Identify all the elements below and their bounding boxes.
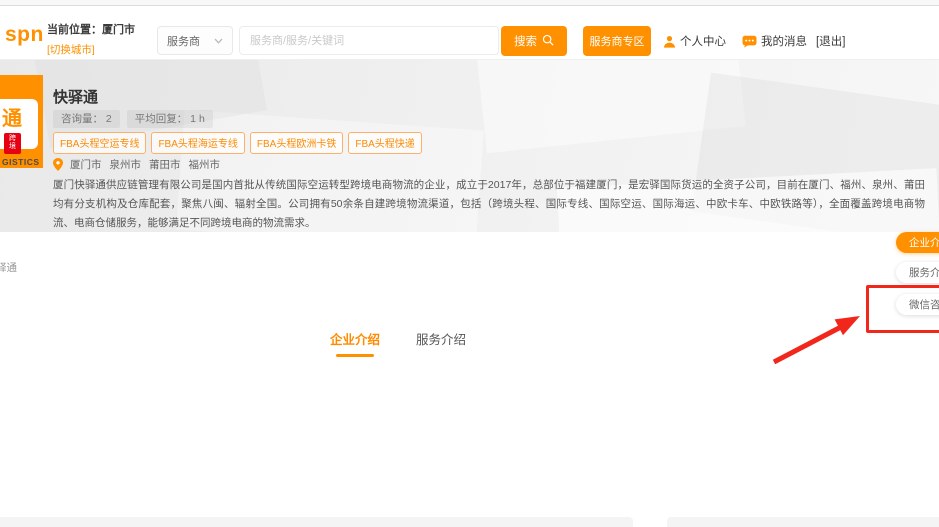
- company-logo-caption: GISTICS: [2, 157, 40, 167]
- chevron-down-icon: [214, 35, 223, 47]
- company-logo-character: 通: [2, 108, 22, 130]
- annotation-arrow-icon: [772, 316, 860, 365]
- personal-center-link[interactable]: 个人中心: [663, 33, 726, 49]
- annotation-highlight-box: [866, 285, 939, 333]
- search-icon: [542, 34, 554, 49]
- map-pin-icon: [53, 158, 63, 171]
- consultation-count: 咨询量： 2: [53, 110, 120, 128]
- cross-border-badge: 跨境: [4, 133, 21, 154]
- breadcrumb-partial: 驿通: [0, 262, 17, 274]
- service-tag: FBA头程空运专线: [53, 132, 147, 154]
- browser-top-strip: [0, 0, 939, 6]
- company-logo: 通跨境 GISTICS: [0, 75, 43, 168]
- content-tabs: 企业介绍 服务介绍: [330, 329, 466, 357]
- service-tags: FBA头程空运专线 FBA头程海运专线 FBA头程欧洲卡铁 FBA头程快递: [53, 132, 422, 154]
- logout-label: [退出]: [816, 36, 846, 48]
- service-tag: FBA头程海运专线: [151, 132, 245, 154]
- company-logo-card: 通跨境 GISTICS: [0, 99, 39, 167]
- my-messages-link[interactable]: 我的消息: [742, 33, 807, 49]
- city: 泉州市: [109, 159, 142, 171]
- location-block: 当前位置：厦门市 [切换城市]: [47, 21, 135, 57]
- city: 福州市: [188, 159, 221, 171]
- tab-service-intro[interactable]: 服务介绍: [416, 329, 466, 357]
- company-name: 快驿通: [53, 89, 99, 106]
- quick-nav-company-intro[interactable]: 企业介绍: [896, 232, 939, 253]
- footer-card-edge-right: [667, 517, 939, 527]
- service-tag: FBA头程欧洲卡铁: [249, 132, 344, 154]
- my-messages-label: 我的消息: [761, 36, 807, 48]
- company-hero-banner: 通跨境 GISTICS 快驿通 咨询量： 2 平均回复： 1 h FBA头程空运…: [0, 60, 939, 232]
- footer-card-edge-left: [0, 517, 633, 527]
- user-icon: [663, 35, 676, 48]
- site-header: spn 当前位置：厦门市 [切换城市] 服务商 搜索 服务商专区 个人中心: [0, 7, 939, 60]
- switch-city-link[interactable]: [切换城市]: [47, 42, 135, 57]
- tab-company-intro-label: 企业介绍: [330, 333, 381, 347]
- company-stats: 咨询量： 2 平均回复： 1 h: [53, 110, 213, 128]
- active-tab-underline: [336, 354, 374, 357]
- average-reply-time: 平均回复： 1 h: [126, 110, 213, 128]
- category-dropdown-value: 服务商: [167, 35, 200, 48]
- category-dropdown[interactable]: 服务商: [157, 26, 233, 55]
- service-tag: FBA头程快递: [348, 132, 422, 154]
- company-description: 厦门快驿通供应链管理有限公司是国内首批从传统国际空运转型跨境电商物流的企业，成立…: [53, 179, 925, 229]
- personal-center-label: 个人中心: [680, 36, 726, 48]
- city: 莆田市: [149, 159, 181, 171]
- message-icon: [742, 35, 757, 48]
- page: spn 当前位置：厦门市 [切换城市] 服务商 搜索 服务商专区 个人中心: [0, 0, 939, 527]
- current-location-label: 当前位置：厦门市: [47, 24, 135, 36]
- search-button[interactable]: 搜索: [501, 26, 567, 56]
- search-button-label: 搜索: [514, 36, 537, 48]
- tab-company-intro[interactable]: 企业介绍: [330, 329, 380, 357]
- service-cities: 厦门市 泉州市 莆田市 福州市: [53, 157, 220, 172]
- quick-nav-service-intro[interactable]: 服务介绍: [896, 262, 939, 283]
- city: 厦门市: [70, 159, 102, 171]
- search-input[interactable]: [239, 26, 499, 55]
- site-logo[interactable]: spn: [5, 23, 44, 47]
- tab-service-intro-label: 服务介绍: [416, 333, 467, 347]
- logout-link[interactable]: [退出]: [816, 33, 845, 49]
- provider-zone-button[interactable]: 服务商专区: [583, 26, 651, 56]
